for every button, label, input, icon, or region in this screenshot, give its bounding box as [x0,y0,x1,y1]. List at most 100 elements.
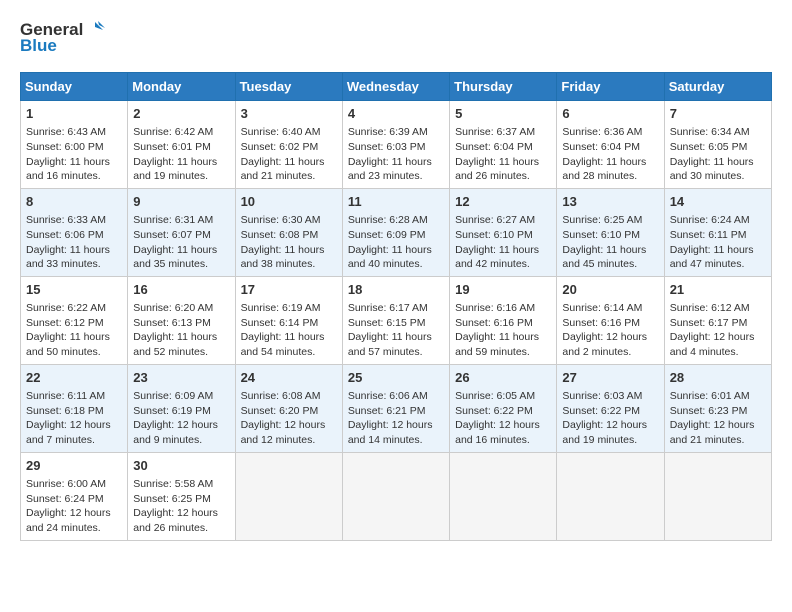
sunset-text: Sunset: 6:13 PM [133,317,211,329]
daylight-mins: and 28 minutes. [562,170,637,182]
daylight-mins: and 26 minutes. [455,170,530,182]
calendar-cell: 7Sunrise: 6:34 AMSunset: 6:05 PMDaylight… [664,101,771,189]
calendar-cell: 29Sunrise: 6:00 AMSunset: 6:24 PMDayligh… [21,452,128,540]
sunrise-text: Sunrise: 6:05 AM [455,390,535,402]
calendar-cell: 8Sunrise: 6:33 AMSunset: 6:06 PMDaylight… [21,188,128,276]
calendar-week-4: 22Sunrise: 6:11 AMSunset: 6:18 PMDayligh… [21,364,772,452]
logo-bird-icon [85,20,105,40]
day-number: 7 [670,105,766,123]
sunset-text: Sunset: 6:03 PM [348,141,426,153]
sunset-text: Sunset: 6:25 PM [133,493,211,505]
day-number: 30 [133,457,229,475]
daylight-mins: and 50 minutes. [26,346,101,358]
daylight-mins: and 54 minutes. [241,346,316,358]
day-number: 5 [455,105,551,123]
calendar-cell: 4Sunrise: 6:39 AMSunset: 6:03 PMDaylight… [342,101,449,189]
daylight-text: Daylight: 11 hours [670,156,754,168]
daylight-text: Daylight: 12 hours [562,419,647,431]
daylight-mins: and 12 minutes. [241,434,316,446]
calendar-header-sunday: Sunday [21,73,128,101]
sunset-text: Sunset: 6:08 PM [241,229,319,241]
sunset-text: Sunset: 6:11 PM [670,229,747,241]
daylight-text: Daylight: 11 hours [241,156,325,168]
daylight-text: Daylight: 11 hours [562,156,646,168]
sunset-text: Sunset: 6:15 PM [348,317,426,329]
sunrise-text: Sunrise: 6:27 AM [455,214,535,226]
day-number: 2 [133,105,229,123]
calendar-cell: 5Sunrise: 6:37 AMSunset: 6:04 PMDaylight… [450,101,557,189]
sunrise-text: Sunrise: 6:20 AM [133,302,213,314]
daylight-mins: and 4 minutes. [670,346,739,358]
day-number: 6 [562,105,658,123]
sunrise-text: Sunrise: 6:17 AM [348,302,428,314]
calendar-header-wednesday: Wednesday [342,73,449,101]
sunrise-text: Sunrise: 6:30 AM [241,214,321,226]
day-number: 16 [133,281,229,299]
daylight-mins: and 19 minutes. [562,434,637,446]
sunset-text: Sunset: 6:05 PM [670,141,748,153]
daylight-text: Daylight: 11 hours [455,156,539,168]
day-number: 20 [562,281,658,299]
calendar-header-saturday: Saturday [664,73,771,101]
sunrise-text: Sunrise: 6:37 AM [455,126,535,138]
daylight-mins: and 9 minutes. [133,434,202,446]
logo-blue: Blue [20,36,57,56]
sunrise-text: Sunrise: 6:42 AM [133,126,213,138]
daylight-text: Daylight: 12 hours [670,331,755,343]
calendar-cell: 11Sunrise: 6:28 AMSunset: 6:09 PMDayligh… [342,188,449,276]
daylight-text: Daylight: 11 hours [133,156,217,168]
calendar-cell: 14 Sunrise: 6:24 AM Sunset: 6:11 PM Dayligh… [664,188,771,276]
daylight-text: Daylight: 11 hours [670,244,754,256]
sunrise-text: Sunrise: 6:31 AM [133,214,213,226]
daylight-mins: and 47 minutes. [670,258,745,270]
daylight-text: Daylight: 11 hours [348,331,432,343]
sunrise-text: Sunrise: 6:28 AM [348,214,428,226]
calendar-cell: 3Sunrise: 6:40 AMSunset: 6:02 PMDaylight… [235,101,342,189]
calendar-cell: 19Sunrise: 6:16 AMSunset: 6:16 PMDayligh… [450,276,557,364]
day-number: 19 [455,281,551,299]
logo: General Blue [20,20,105,56]
day-number: 3 [241,105,337,123]
daylight-text: Daylight: 12 hours [562,331,647,343]
daylight-mins: and 33 minutes. [26,258,101,270]
sunrise-text: Sunrise: 6:24 AM [670,214,750,226]
daylight-text: Daylight: 12 hours [241,419,326,431]
sunset-text: Sunset: 6:16 PM [562,317,640,329]
day-number: 28 [670,369,766,387]
daylight-text: Daylight: 11 hours [133,331,217,343]
day-number: 14 [670,193,766,211]
sunset-text: Sunset: 6:01 PM [133,141,211,153]
calendar-cell: 16 Sunrise: 6:20 AM Sunset: 6:13 PM Dayligh… [128,276,235,364]
daylight-text: Daylight: 12 hours [455,419,540,431]
daylight-text: Daylight: 12 hours [26,419,111,431]
day-number: 25 [348,369,444,387]
day-number: 26 [455,369,551,387]
sunset-text: Sunset: 6:24 PM [26,493,104,505]
daylight-mins: and 38 minutes. [241,258,316,270]
calendar-header-row: SundayMondayTuesdayWednesdayThursdayFrid… [21,73,772,101]
calendar-week-2: 8Sunrise: 6:33 AMSunset: 6:06 PMDaylight… [21,188,772,276]
daylight-text: Daylight: 11 hours [562,244,646,256]
day-number: 12 [455,193,551,211]
daylight-mins: and 57 minutes. [348,346,423,358]
daylight-mins: and 2 minutes. [562,346,631,358]
daylight-text: Daylight: 11 hours [348,244,432,256]
calendar-header-tuesday: Tuesday [235,73,342,101]
sunrise-text: Sunrise: 6:00 AM [26,478,106,490]
sunrise-text: Sunrise: 6:36 AM [562,126,642,138]
calendar-cell: 28Sunrise: 6:01 AMSunset: 6:23 PMDayligh… [664,364,771,452]
day-number: 10 [241,193,337,211]
daylight-mins: and 16 minutes. [455,434,530,446]
sunrise-text: Sunrise: 6:09 AM [133,390,213,402]
day-number: 23 [133,369,229,387]
day-number: 4 [348,105,444,123]
sunset-text: Sunset: 6:22 PM [455,405,533,417]
sunset-text: Sunset: 6:06 PM [26,229,104,241]
sunrise-text: Sunrise: 6:03 AM [562,390,642,402]
calendar-cell [664,452,771,540]
day-number: 22 [26,369,122,387]
sunset-text: Sunset: 6:02 PM [241,141,319,153]
calendar-cell: 9Sunrise: 6:31 AMSunset: 6:07 PMDaylight… [128,188,235,276]
day-number: 29 [26,457,122,475]
sunrise-text: Sunrise: 5:58 AM [133,478,213,490]
